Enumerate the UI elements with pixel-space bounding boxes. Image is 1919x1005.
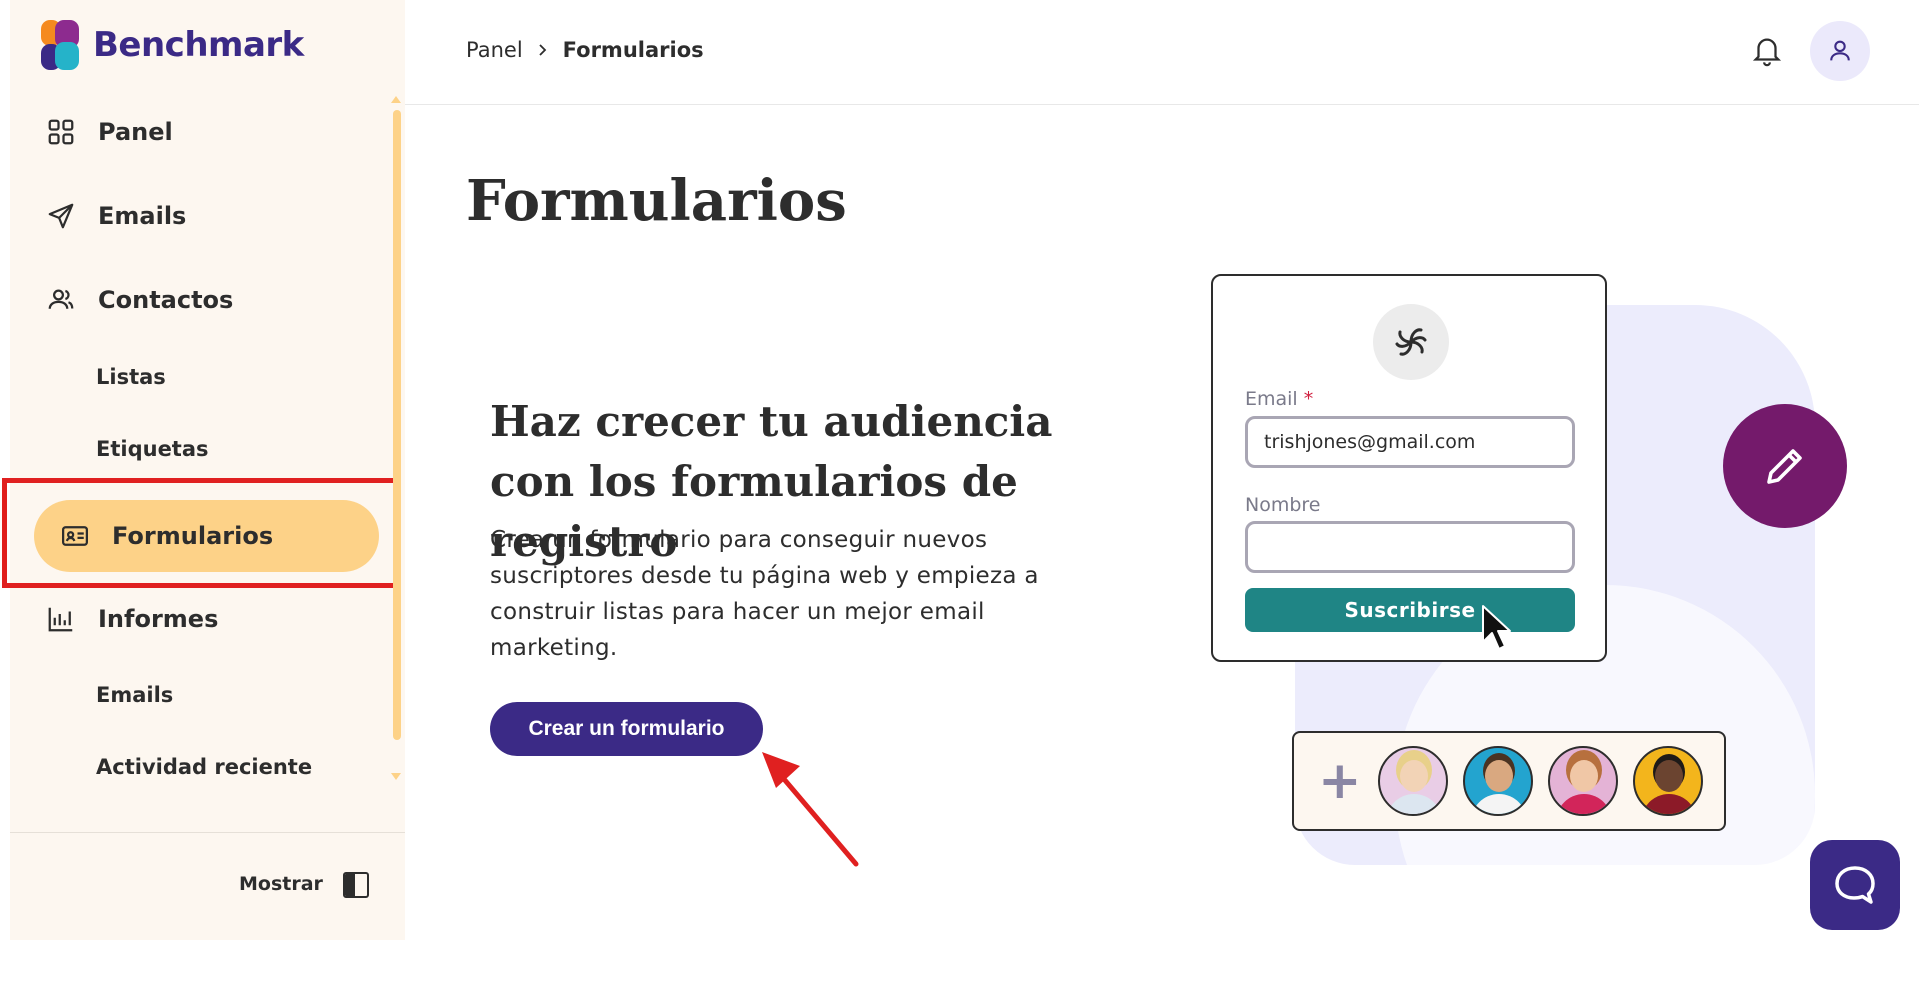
sidebar-item-etiquetas[interactable]: Etiquetas — [96, 437, 209, 461]
send-icon — [48, 203, 74, 229]
users-icon — [48, 289, 74, 309]
name-field[interactable] — [1245, 521, 1575, 573]
breadcrumb: Panel Formularios — [466, 38, 704, 62]
brand-name: Benchmark — [93, 25, 304, 65]
signup-form-preview: Email * Nombre Suscribirse — [1211, 274, 1607, 662]
user-icon — [1830, 40, 1850, 61]
sidebar-item-informes-emails[interactable]: Emails — [96, 683, 173, 707]
sidebar-item-label: Contactos — [98, 286, 234, 314]
avatar — [1463, 746, 1533, 816]
sidebar-item-label: Emails — [98, 202, 187, 230]
bar-chart-icon — [48, 607, 73, 632]
subscriber-avatars: + — [1292, 731, 1726, 831]
grid-icon — [48, 119, 74, 145]
create-form-button[interactable]: Crear un formulario — [490, 702, 763, 756]
hero-description: Crea un formulario para conseguir nuevos… — [490, 527, 1039, 661]
sidebar-item-informes[interactable]: Informes — [46, 604, 218, 634]
subscribe-button[interactable]: Suscribirse — [1245, 588, 1575, 632]
sidebar-toggle-icon[interactable] — [343, 872, 369, 898]
spinner-logo-icon — [1373, 304, 1449, 380]
brand-logo[interactable]: Benchmark — [41, 20, 304, 70]
sidebar-item-label: Informes — [98, 605, 219, 633]
edit-button — [1723, 404, 1847, 528]
sidebar-item-label: Panel — [98, 118, 173, 146]
swirl-icon — [1395, 328, 1427, 356]
avatar — [1378, 746, 1448, 816]
chat-support-button[interactable] — [1810, 840, 1900, 930]
page-title: Formularios — [466, 168, 847, 234]
sidebar-item-listas[interactable]: Listas — [96, 365, 166, 389]
pencil-icon — [1767, 449, 1802, 484]
mouse-cursor-icon — [1482, 605, 1511, 650]
scroll-down-arrow[interactable] — [391, 773, 401, 780]
sidebar-item-panel[interactable]: Panel — [46, 117, 173, 147]
avatar — [1548, 746, 1618, 816]
sidebar-item-contactos[interactable]: Contactos — [46, 285, 233, 315]
sidebar-item-emails[interactable]: Emails — [46, 201, 186, 231]
user-menu-button[interactable] — [1810, 21, 1870, 81]
plus-icon: + — [1318, 751, 1362, 811]
sidebar-scrollbar[interactable] — [393, 110, 401, 740]
name-field-label: Nombre — [1245, 494, 1321, 516]
avatar — [1633, 746, 1703, 816]
benchmark-logo-icon — [41, 20, 83, 70]
sidebar-divider — [10, 832, 405, 833]
show-sidebar-label[interactable]: Mostrar — [239, 873, 323, 895]
breadcrumb-panel[interactable]: Panel — [466, 38, 523, 62]
red-arrow-annotation — [762, 752, 859, 867]
breadcrumb-current: Formularios — [562, 38, 704, 62]
sidebar-item-actividad-reciente[interactable]: Actividad reciente — [96, 755, 312, 779]
email-field-label: Email * — [1245, 388, 1314, 410]
email-field[interactable] — [1245, 416, 1575, 468]
scroll-up-arrow[interactable] — [391, 96, 401, 103]
bell-icon[interactable] — [1750, 34, 1784, 68]
chevron-right-icon — [539, 44, 546, 56]
chat-bubble-icon — [1835, 866, 1875, 904]
highlight-annotation — [2, 478, 400, 588]
header-divider — [405, 104, 1919, 105]
